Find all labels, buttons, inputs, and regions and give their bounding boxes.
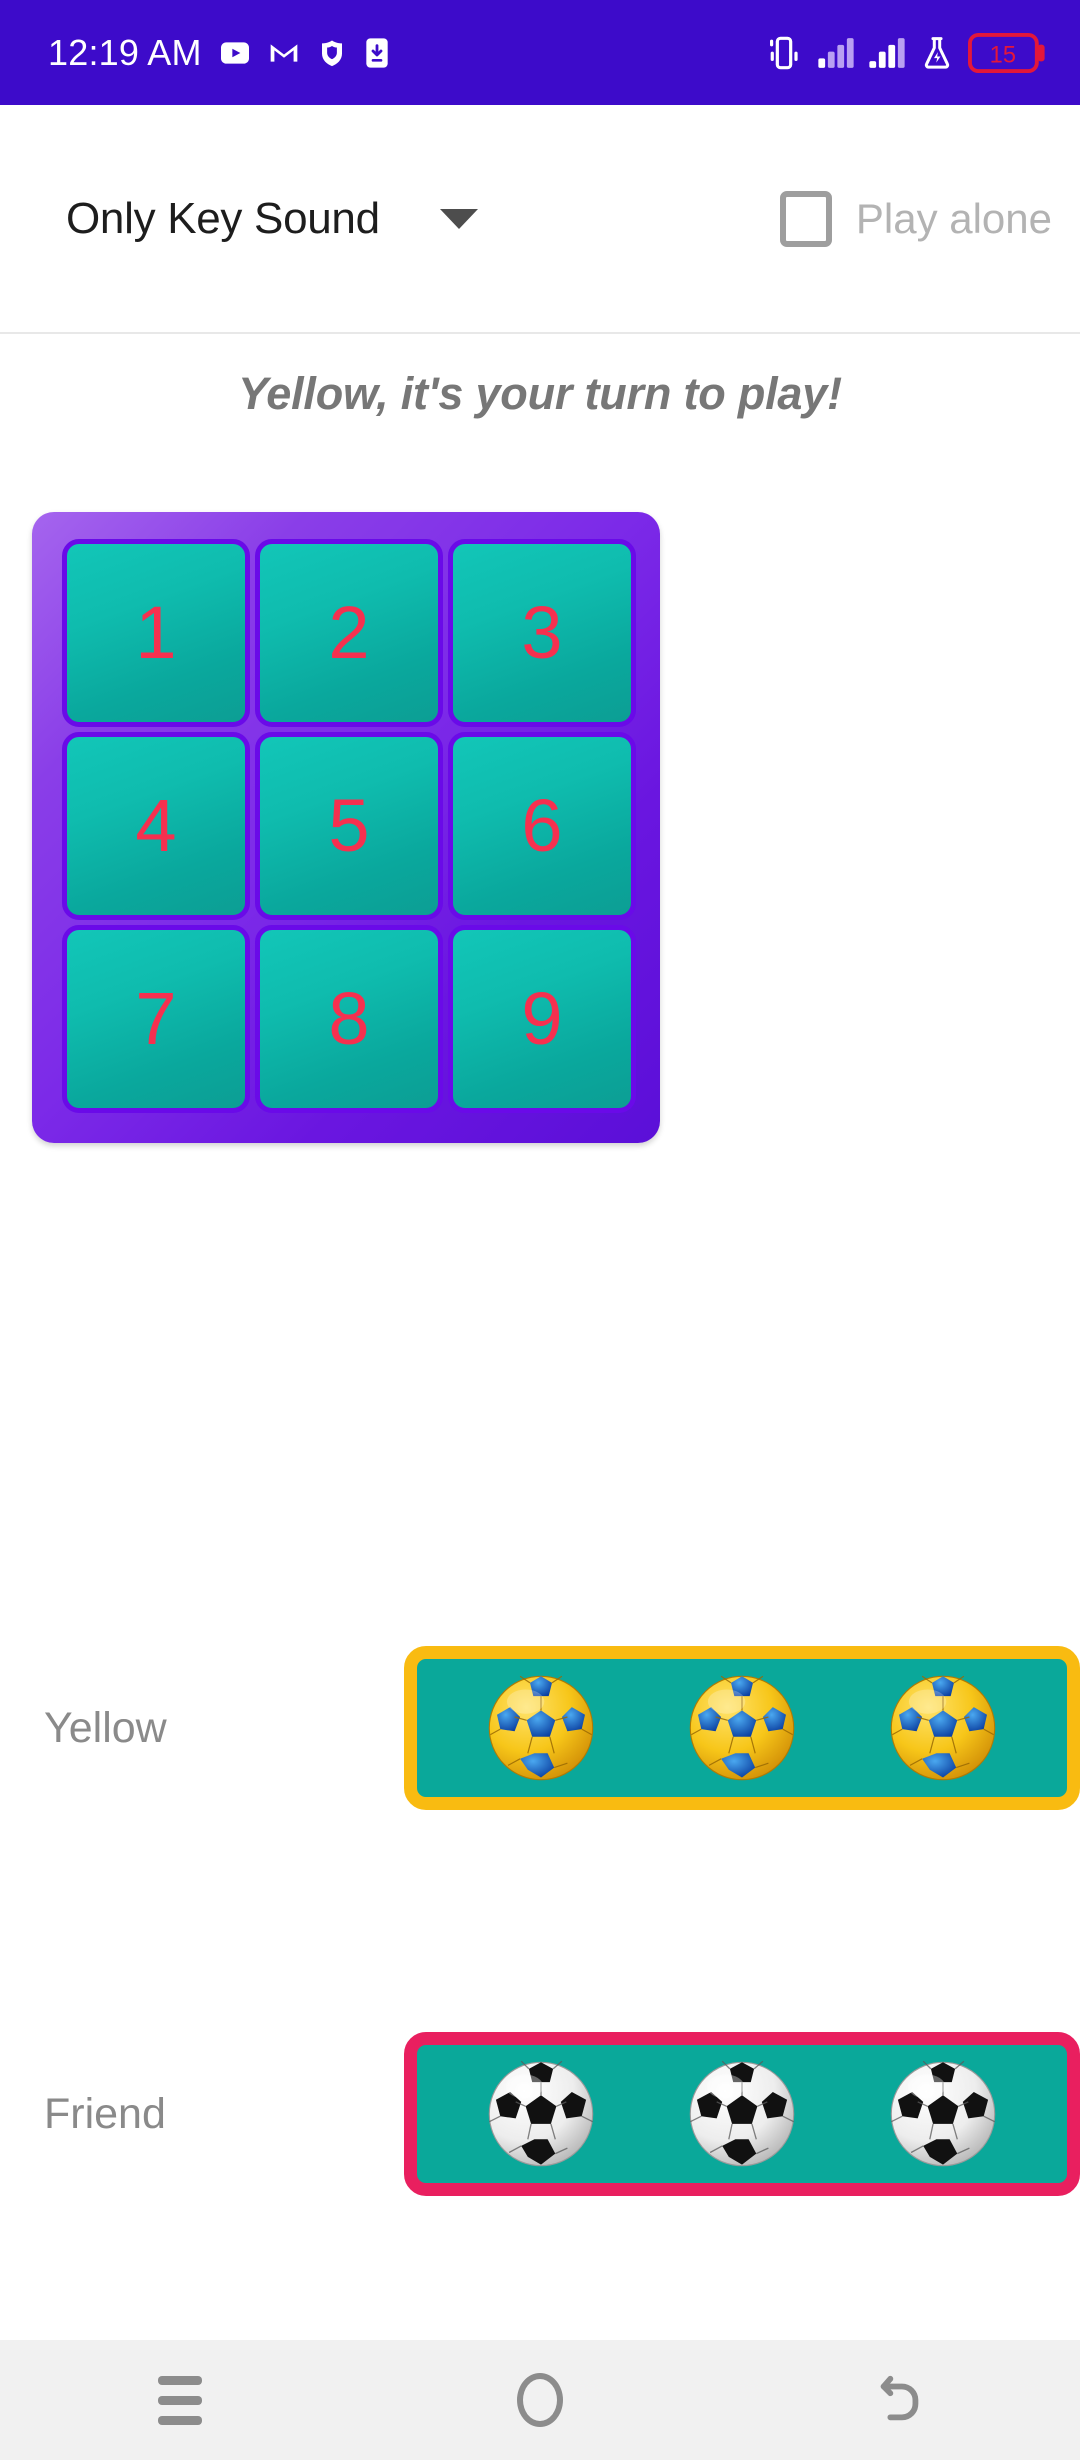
yellow-blue-soccer-ball-icon xyxy=(689,1675,795,1781)
home-button[interactable] xyxy=(480,2340,600,2460)
player-pieces-friend[interactable] xyxy=(404,2032,1080,2196)
board-cell-6[interactable]: 6 xyxy=(448,732,636,920)
player-pieces-yellow[interactable] xyxy=(404,1646,1080,1810)
signal-bars-2-icon xyxy=(868,36,906,70)
svg-text:15: 15 xyxy=(990,42,1016,68)
sound-mode-dropdown[interactable]: Only Key Sound xyxy=(66,194,478,244)
chevron-down-icon xyxy=(439,208,478,229)
sound-mode-label: Only Key Sound xyxy=(66,193,380,243)
game-board: 1 2 3 4 5 6 7 8 9 xyxy=(32,512,660,1143)
play-alone-checkbox-row[interactable]: Play alone xyxy=(779,190,1052,247)
board-cell-label: 2 xyxy=(328,591,370,674)
vibrate-icon xyxy=(764,34,804,72)
board-cell-7[interactable]: 7 xyxy=(62,925,250,1113)
board-cell-label: 4 xyxy=(135,784,177,867)
board-cell-2[interactable]: 2 xyxy=(255,539,443,727)
recents-button[interactable] xyxy=(120,2340,240,2460)
player-name-friend: Friend xyxy=(44,2089,166,2138)
back-icon xyxy=(880,2375,919,2421)
black-white-soccer-ball-icon xyxy=(689,2060,795,2167)
download-icon xyxy=(364,37,390,69)
play-alone-checkbox[interactable] xyxy=(779,190,832,247)
status-bar-clock: 12:19 AM xyxy=(48,31,202,73)
status-bar-left: 12:19 AM xyxy=(48,32,390,74)
player-name-yellow: Yellow xyxy=(44,1703,167,1752)
back-button[interactable] xyxy=(840,2340,960,2460)
board-cell-8[interactable]: 8 xyxy=(255,925,443,1113)
android-navigation-bar xyxy=(0,2340,1080,2460)
status-bar: 12:19 AM 15 xyxy=(0,0,1080,105)
yellow-blue-soccer-ball-icon xyxy=(890,1675,995,1781)
player-row-yellow: Yellow xyxy=(0,1646,1080,1810)
signal-bars-1-icon xyxy=(817,36,855,70)
black-white-soccer-ball-icon xyxy=(489,2060,594,2167)
shield-icon xyxy=(317,37,347,69)
player-row-friend: Friend xyxy=(0,2032,1080,2196)
board-cell-label: 7 xyxy=(135,977,177,1060)
youtube-icon xyxy=(219,37,251,69)
battery-status-badge: 15 xyxy=(968,32,1046,74)
yellow-blue-soccer-ball-icon xyxy=(489,1675,594,1781)
gmail-icon xyxy=(268,37,300,69)
board-cell-label: 5 xyxy=(328,784,370,867)
top-control-bar: Only Key Sound Play alone xyxy=(0,105,1080,334)
home-icon xyxy=(517,2373,563,2427)
board-cell-1[interactable]: 1 xyxy=(62,539,250,727)
board-cell-4[interactable]: 4 xyxy=(62,732,250,920)
board-cell-9[interactable]: 9 xyxy=(448,925,636,1113)
game-board-grid: 1 2 3 4 5 6 7 8 9 xyxy=(62,539,636,1113)
battery-saver-flask-icon xyxy=(919,35,955,71)
black-white-soccer-ball-icon xyxy=(890,2060,995,2167)
board-cell-5[interactable]: 5 xyxy=(255,732,443,920)
board-cell-label: 6 xyxy=(521,784,563,867)
recents-icon xyxy=(158,2375,202,2425)
board-cell-label: 9 xyxy=(521,977,563,1060)
board-cell-label: 8 xyxy=(328,977,370,1060)
board-cell-label: 1 xyxy=(135,591,177,674)
status-bar-right: 15 xyxy=(764,32,1046,74)
turn-message: Yellow, it's your turn to play! xyxy=(238,368,842,419)
board-cell-label: 3 xyxy=(521,591,563,674)
play-alone-label: Play alone xyxy=(855,194,1052,242)
board-cell-3[interactable]: 3 xyxy=(448,539,636,727)
